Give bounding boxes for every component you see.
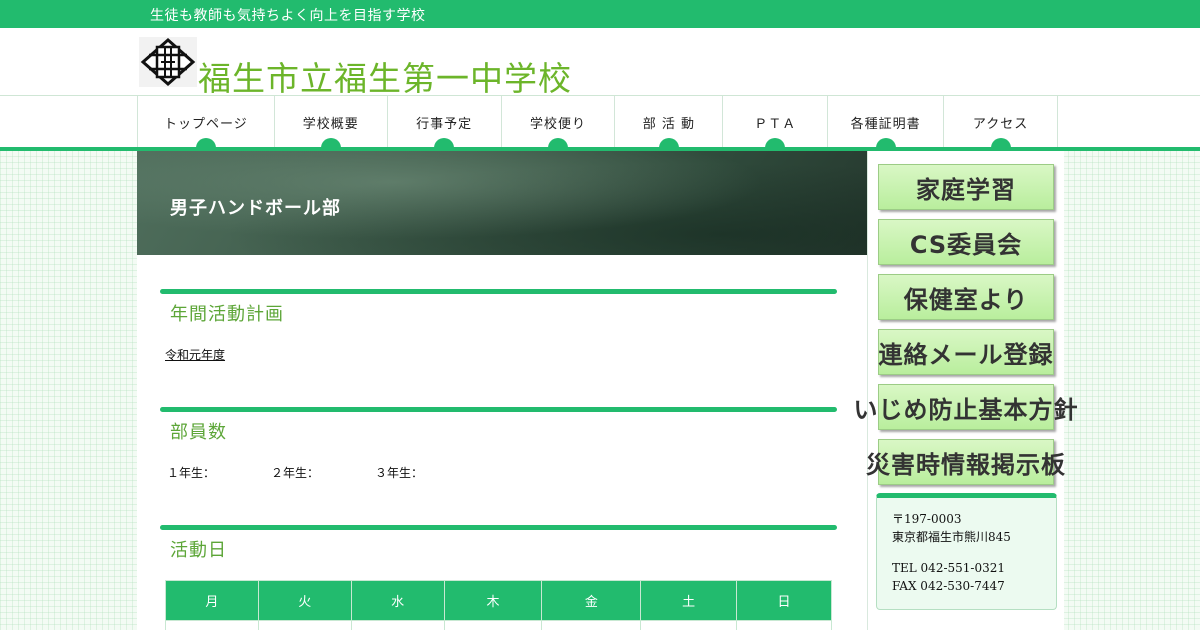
table-cell (443, 620, 543, 630)
nav-item-certificates[interactable]: 各種証明書 (828, 96, 945, 148)
nav-item-top[interactable]: トップページ (138, 96, 275, 148)
annual-plan-link[interactable]: 令和元年度 (165, 346, 225, 363)
nav-item-pta[interactable]: ＰＴＡ (723, 96, 829, 148)
member-count-grade2: ２年生： (271, 466, 320, 480)
nav-item-overview[interactable]: 学校概要 (275, 96, 388, 148)
fax: FAX 042-530-7447 (892, 579, 1005, 593)
table-cell (640, 620, 738, 630)
nav-item-access[interactable]: アクセス (944, 96, 1058, 148)
main-nav: トップページ 学校概要 行事予定 学校便り 部 活 動 ＰＴＡ 各種証明書 アク… (0, 95, 1200, 148)
banner-anti-bullying-policy[interactable]: いじめ防止基本方針 (854, 384, 1078, 430)
table-cell (350, 620, 445, 630)
table-cell (165, 620, 259, 630)
table-cell (541, 620, 642, 630)
sidebar: 家庭学習 CS委員会 保健室より 連絡メール登録 いじめ防止基本方針 災害時情報… (854, 151, 1078, 630)
section-annual-plan: 年間活動計画 (160, 289, 837, 329)
section-title: 年間活動計画 (170, 304, 284, 325)
street-address: 東京都福生市熊川845 (892, 530, 1011, 544)
top-bar: 生徒も教師も気持ちよく向上を目指す学校 (0, 0, 1200, 28)
nav-item-newsletter[interactable]: 学校便り (502, 96, 616, 148)
day-header-thu: 木 (443, 580, 543, 621)
postal-code: 〒197-0003 (892, 512, 962, 526)
day-header-tue: 火 (257, 580, 352, 621)
nav-item-events[interactable]: 行事予定 (388, 96, 502, 148)
day-header-sun: 日 (736, 580, 832, 621)
school-crest-icon[interactable] (139, 37, 197, 87)
banner-mail-registration[interactable]: 連絡メール登録 (878, 329, 1054, 375)
page-hero: 男子ハンドボール部 (137, 151, 867, 255)
activity-days-table: 月 火 水 木 金 土 日 (165, 580, 832, 630)
table-cell (257, 620, 352, 630)
page-title: 男子ハンドボール部 (170, 198, 341, 219)
nav-list: トップページ 学校概要 行事予定 学校便り 部 活 動 ＰＴＡ 各種証明書 アク… (137, 96, 1058, 148)
section-title: 活動日 (170, 540, 227, 561)
section-bar (160, 289, 837, 294)
table-row: 月 火 水 木 金 土 日 (165, 580, 832, 621)
banner-cs-committee[interactable]: CS委員会 (878, 219, 1054, 265)
main-content: 男子ハンドボール部 年間活動計画 令和元年度 部員数 １年生： ２年生： ３年生… (137, 151, 867, 630)
section-members: 部員数 (160, 407, 837, 447)
member-count-grade1: １年生： (167, 466, 216, 480)
day-header-mon: 月 (165, 580, 259, 621)
contact-box: 〒197-0003 東京都福生市熊川845 TEL 042-551-0321 F… (876, 493, 1057, 610)
site-header: 福生市立福生第一中学校 (0, 28, 1200, 98)
member-count-grade3: ３年生： (375, 466, 424, 480)
telephone: TEL 042-551-0321 (892, 561, 1006, 575)
site-tagline: 生徒も教師も気持ちよく向上を目指す学校 (150, 8, 426, 24)
table-cell (736, 620, 832, 630)
table-row (165, 620, 832, 630)
section-activity-days: 活動日 (160, 525, 837, 565)
section-bar (160, 407, 837, 412)
section-title: 部員数 (170, 422, 227, 443)
day-header-sat: 土 (640, 580, 738, 621)
day-header-wed: 水 (350, 580, 445, 621)
school-name[interactable]: 福生市立福生第一中学校 (198, 52, 572, 100)
nav-item-clubs[interactable]: 部 活 動 (615, 96, 724, 148)
day-header-fri: 金 (541, 580, 642, 621)
banner-home-study[interactable]: 家庭学習 (878, 164, 1054, 210)
banner-disaster-board[interactable]: 災害時情報掲示板 (866, 439, 1065, 485)
banner-health-room[interactable]: 保健室より (878, 274, 1054, 320)
section-bar (160, 525, 837, 530)
